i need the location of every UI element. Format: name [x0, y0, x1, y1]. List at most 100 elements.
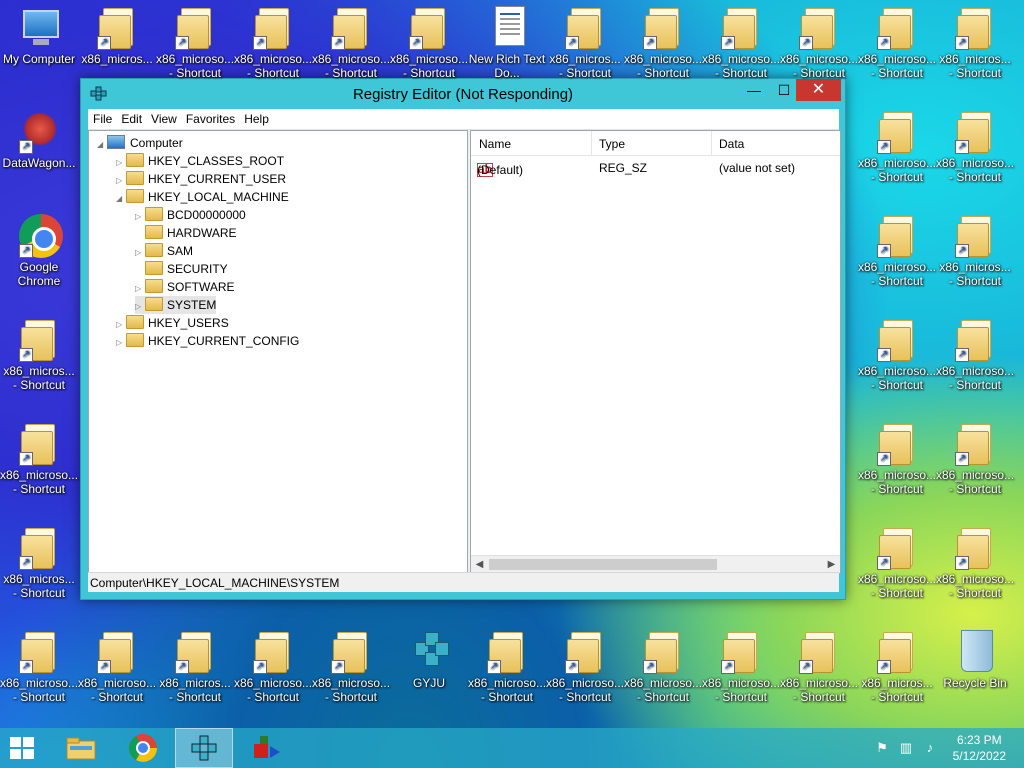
menu-file[interactable]: File	[88, 109, 116, 126]
desktop-icon-label: x86_microso... - Shortcut	[858, 572, 937, 600]
tree-node-label: SAM	[167, 244, 194, 258]
desktop-icon-label: x86_micros... - Shortcut	[861, 676, 933, 704]
start-button[interactable]	[10, 737, 36, 759]
tree-node[interactable]: HARDWARE	[135, 224, 237, 242]
tree-node[interactable]: ▷ HKEY_USERS	[116, 314, 229, 332]
menu-view[interactable]: View	[146, 109, 181, 126]
desktop-icon[interactable]: ↗ x86_microso... - Shortcut	[0, 416, 78, 496]
tree-node-label: HARDWARE	[167, 226, 237, 240]
desktop-icon[interactable]: ↗ x86_microso... - Shortcut	[390, 0, 468, 80]
desktop-icon[interactable]: ↗ x86_micros... - Shortcut	[936, 208, 1014, 288]
expand-toggle-icon[interactable]: ▷	[116, 334, 126, 352]
column-header-type[interactable]: Type	[599, 137, 625, 151]
desktop-icon[interactable]: ↗ x86_microso... - Shortcut	[78, 624, 156, 704]
desktop-icon-label: x86_microso... - Shortcut	[156, 52, 235, 80]
close-button[interactable]: ✕	[796, 79, 841, 101]
desktop-icon[interactable]: ↗ x86_microso... - Shortcut	[624, 0, 702, 80]
menu-help[interactable]: Help	[239, 109, 273, 126]
tree-node[interactable]: ▷ BCD00000000	[135, 206, 246, 224]
desktop-icon[interactable]: ↗ x86_microso... - Shortcut	[312, 0, 390, 80]
desktop-icon[interactable]: ↗ DataWagon...	[0, 104, 78, 170]
taskbar-app-icon[interactable]	[238, 728, 296, 768]
desktop-icon[interactable]: ↗ x86_micros... - Shortcut	[546, 0, 624, 80]
desktop-icon[interactable]: ↗ x86_microso... - Shortcut	[858, 104, 936, 184]
desktop-icon[interactable]: ↗ x86_microso... - Shortcut	[468, 624, 546, 704]
desktop-icon[interactable]: ↗ x86_microso... - Shortcut	[858, 520, 936, 600]
clock[interactable]: 6:23 PM 5/12/2022	[953, 732, 1006, 764]
desktop-icon[interactable]: ↗ x86_microso... - Shortcut	[780, 0, 858, 80]
desktop-icon[interactable]: ↗ x86_microso... - Shortcut	[858, 416, 936, 496]
scroll-right-icon[interactable]: ▶	[823, 556, 840, 573]
registry-values-pane[interactable]: Name Type Data ab (Default) REG_SZ (value…	[470, 130, 841, 574]
folder-shortcut-icon: ↗	[19, 630, 59, 674]
desktop-icon[interactable]: ↗ x86_micros... - Shortcut	[936, 0, 1014, 80]
value-row[interactable]: ab (Default) REG_SZ (value not set)	[471, 159, 840, 177]
desktop-icon[interactable]: My Computer	[0, 0, 78, 66]
volume-muted-icon[interactable]: ♪	[922, 740, 938, 756]
tree-node[interactable]: ◢ HKEY_LOCAL_MACHINE	[116, 188, 289, 206]
desktop-icon[interactable]: ↗ x86_microso... - Shortcut	[936, 312, 1014, 392]
desktop-icon[interactable]: ↗ x86_microso... - Shortcut	[624, 624, 702, 704]
desktop-icon[interactable]: ↗ x86_microso... - Shortcut	[936, 520, 1014, 600]
network-icon[interactable]: ▥	[898, 740, 914, 756]
desktop-icon[interactable]: ↗ Google Chrome	[0, 208, 78, 288]
menu-edit[interactable]: Edit	[116, 109, 146, 126]
desktop-icon[interactable]: ↗ x86_microso... - Shortcut	[858, 208, 936, 288]
expand-toggle-icon[interactable]: ◢	[116, 190, 126, 208]
desktop-icon[interactable]: New Rich Text Do...	[468, 0, 546, 80]
column-header-name[interactable]: Name	[479, 137, 511, 151]
maximize-button[interactable]: ☐	[769, 79, 799, 101]
scroll-left-icon[interactable]: ◀	[471, 556, 488, 573]
tree-node[interactable]: ▷ HKEY_CLASSES_ROOT	[116, 152, 284, 170]
title-bar[interactable]: Registry Editor (Not Responding) — ☐ ✕	[81, 79, 845, 109]
minimize-button[interactable]: —	[739, 79, 769, 101]
desktop-icon[interactable]: ↗ x86_microso... - Shortcut	[858, 312, 936, 392]
tree-node[interactable]: ▷ SOFTWARE	[135, 278, 235, 296]
desktop-icon[interactable]: ↗ x86_microso... - Shortcut	[546, 624, 624, 704]
desktop-icon[interactable]: ↗ x86_microso... - Shortcut	[858, 0, 936, 80]
datawagon-icon: ↗	[19, 110, 59, 154]
taskbar-file-explorer[interactable]	[52, 728, 110, 768]
column-header-data[interactable]: Data	[719, 137, 744, 151]
desktop-icon[interactable]: ↗ x86_micros... - Shortcut	[858, 624, 936, 704]
tree-node[interactable]: SECURITY	[135, 260, 228, 278]
tree-node-label: BCD00000000	[167, 208, 246, 222]
desktop-icon-label: x86_microso... - Shortcut	[468, 676, 547, 704]
desktop-icon[interactable]: ↗ x86_microso... - Shortcut	[234, 0, 312, 80]
tree-node-label: Computer	[130, 136, 183, 150]
taskbar-registry-editor[interactable]	[175, 728, 233, 768]
action-center-flag-icon[interactable]: ⚑	[874, 740, 890, 756]
desktop-icon-label: x86_microso... - Shortcut	[936, 468, 1015, 496]
desktop-icon[interactable]: ↗ x86_micros... - Shortcut	[0, 520, 78, 600]
tree-node-label: SOFTWARE	[167, 280, 235, 294]
desktop-icon[interactable]: ↗ x86_microso... - Shortcut	[780, 624, 858, 704]
folder-icon	[145, 243, 163, 257]
desktop-icon-label: x86_microso... - Shortcut	[624, 676, 703, 704]
desktop-icon[interactable]: ↗ x86_micros...	[78, 0, 156, 66]
registry-tree-pane[interactable]: ◢ Computer ▷ HKEY_CLASSES_ROOT ▷ HKEY_CURRENT…	[88, 130, 468, 574]
scroll-thumb[interactable]	[489, 559, 717, 570]
desktop-icon[interactable]: ↗ x86_microso... - Shortcut	[936, 416, 1014, 496]
desktop-icon[interactable]: ↗ x86_micros... - Shortcut	[156, 624, 234, 704]
tree-node[interactable]: ◢ Computer	[97, 134, 183, 152]
desktop-icon[interactable]: ↗ x86_micros... - Shortcut	[0, 312, 78, 392]
expand-toggle-icon[interactable]: ◢	[97, 136, 107, 154]
folder-shortcut-icon: ↗	[487, 630, 527, 674]
desktop-icon[interactable]: GYJU	[390, 624, 468, 690]
desktop-icon[interactable]: Recycle Bin	[936, 624, 1014, 690]
tree-node[interactable]: ▷ SAM	[135, 242, 193, 260]
taskbar-chrome[interactable]	[114, 728, 172, 768]
desktop-icon[interactable]: ↗ x86_microso... - Shortcut	[234, 624, 312, 704]
desktop-icon[interactable]: ↗ x86_microso... - Shortcut	[156, 0, 234, 80]
desktop-icon[interactable]: ↗ x86_microso... - Shortcut	[702, 624, 780, 704]
desktop-icon[interactable]: ↗ x86_microso... - Shortcut	[312, 624, 390, 704]
desktop-icon[interactable]: ↗ x86_microso... - Shortcut	[702, 0, 780, 80]
tree-node[interactable]: ▷ HKEY_CURRENT_CONFIG	[116, 332, 299, 350]
desktop-icon[interactable]: ↗ x86_microso... - Shortcut	[0, 624, 78, 704]
tree-node[interactable]: ▷ SYSTEM	[135, 296, 217, 314]
horizontal-scrollbar[interactable]: ◀ ▶	[471, 555, 840, 573]
status-bar: Computer\HKEY_LOCAL_MACHINE\SYSTEM	[88, 572, 839, 592]
tree-node[interactable]: ▷ HKEY_CURRENT_USER	[116, 170, 286, 188]
menu-favorites[interactable]: Favorites	[181, 109, 239, 126]
desktop-icon[interactable]: ↗ x86_microso... - Shortcut	[936, 104, 1014, 184]
